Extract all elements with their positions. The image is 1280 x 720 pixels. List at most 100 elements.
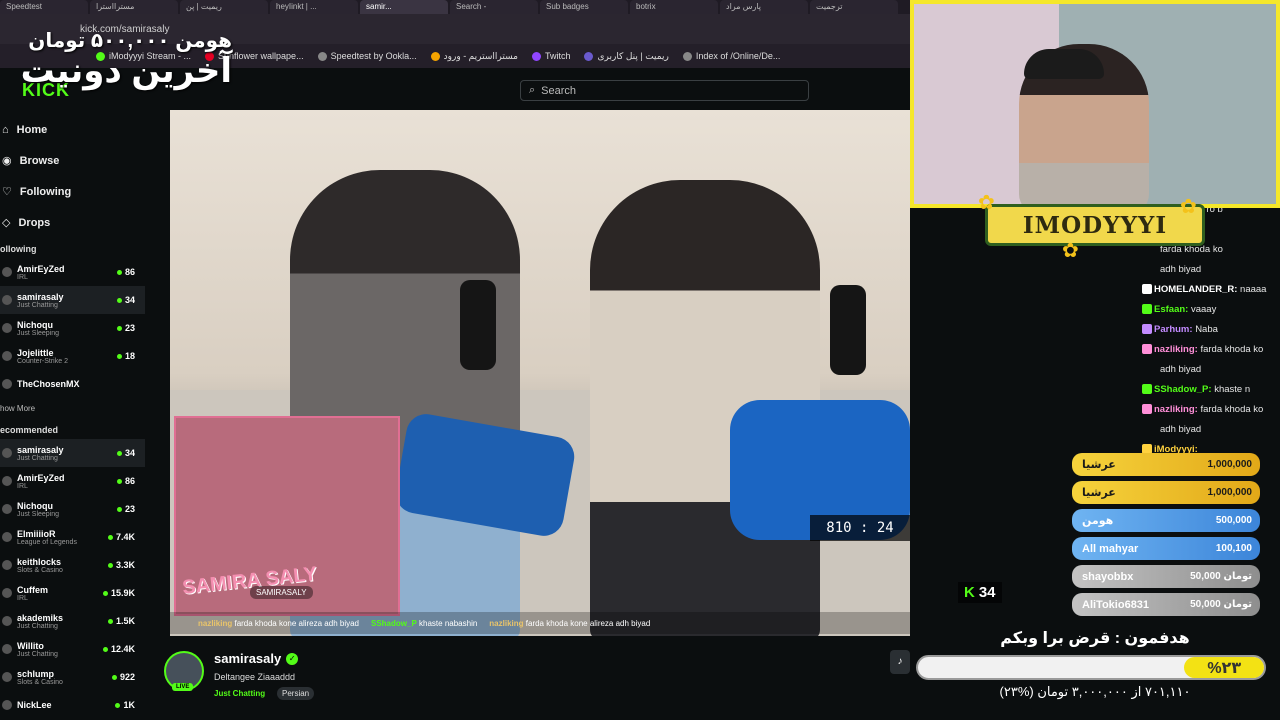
sidebar-channel[interactable]: Jojelittle Counter-Strike 2 18 bbox=[0, 342, 145, 370]
bookmark[interactable]: Index of /Online/De... bbox=[682, 51, 781, 61]
bookmark-label: Index of /Online/De... bbox=[695, 51, 781, 61]
sidebar-channel[interactable]: Cuffem IRL 15.9K bbox=[0, 579, 145, 607]
channel-avatar bbox=[2, 532, 12, 542]
goal-progress-bar: %۲۳ bbox=[916, 655, 1266, 680]
viewer-count: 34 bbox=[978, 584, 996, 601]
channel-info: akademiks Just Chatting bbox=[17, 613, 108, 630]
stream-tag[interactable]: Persian bbox=[277, 687, 315, 700]
leaderboard-row: هومن 500,000 bbox=[1072, 509, 1260, 532]
donation-amount: 1,000,000 bbox=[1207, 487, 1253, 498]
nav-home[interactable]: ⌂ Home bbox=[0, 114, 145, 145]
channel-info: schlump Slots & Casino bbox=[17, 669, 112, 686]
sidebar-channel[interactable]: NickLee 1K bbox=[0, 691, 145, 719]
sidebar-channel[interactable]: Nichoqu Just Sleeping 23 bbox=[0, 495, 145, 523]
sidebar-channel[interactable]: samirasaly Just Chatting 34 bbox=[0, 439, 145, 467]
channel-avatar bbox=[2, 351, 12, 361]
bell-icon: ♪ bbox=[897, 656, 903, 667]
channel-avatar bbox=[2, 379, 12, 389]
channel-category: Counter-Strike 2 bbox=[17, 357, 68, 365]
viewer-count: 1K bbox=[123, 700, 135, 710]
browser-tab[interactable]: botrix bbox=[630, 0, 718, 14]
chat-message: Parhum: Naba bbox=[1140, 320, 1280, 340]
sidebar-channel[interactable]: schlump Slots & Casino 922 bbox=[0, 663, 145, 691]
sidebar-channel[interactable]: ElmiiiioR League of Legends 7.4K bbox=[0, 523, 145, 551]
sidebar-channel[interactable]: AmirEyZed IRL 86 bbox=[0, 258, 145, 286]
video-player[interactable]: SAMIRA SALY SAMIRASALY 810 : 24 nazlikin… bbox=[170, 110, 910, 636]
channel-viewers: 23 bbox=[116, 323, 135, 333]
channel-category: Just Chatting bbox=[17, 622, 58, 630]
browser-tab[interactable]: Sub badges bbox=[540, 0, 628, 14]
chat-message: nazliking: farda khoda ko bbox=[1140, 400, 1280, 420]
stream-category[interactable]: Just Chatting bbox=[214, 689, 265, 698]
channel-viewers: 922 bbox=[111, 672, 135, 682]
globe-icon bbox=[682, 51, 692, 61]
streamer-name-text[interactable]: samirasaly bbox=[214, 651, 281, 666]
browser-tab-active[interactable]: samir... bbox=[360, 0, 448, 14]
channel-info: AmirEyZed IRL bbox=[17, 264, 117, 281]
ticker-user: SShadow_P bbox=[371, 618, 417, 628]
browser-tab[interactable]: ترجمیت bbox=[810, 0, 898, 14]
viewer-count: 34 bbox=[124, 295, 135, 305]
sidebar-channel[interactable]: Willito Just Chatting 12.4K bbox=[0, 635, 145, 663]
live-dot bbox=[116, 325, 122, 331]
bookmark[interactable]: Speedtest by Ookla... bbox=[317, 51, 417, 61]
sidebar-channel[interactable]: AmirEyZed IRL 86 bbox=[0, 467, 145, 495]
speedtest-icon bbox=[317, 51, 327, 61]
chat-ticker: nazliking farda khoda kone alireza adh b… bbox=[170, 612, 910, 634]
channel-category: IRL bbox=[17, 482, 28, 490]
search-input[interactable]: ⌕ Search bbox=[520, 80, 809, 101]
donor-name: shayobbx bbox=[1082, 570, 1134, 583]
home-icon: ⌂ bbox=[2, 123, 9, 136]
browser-tab[interactable]: Speedtest bbox=[0, 0, 88, 14]
nav-browse[interactable]: ◉ Browse bbox=[0, 145, 145, 176]
chat-username[interactable]: nazliking: bbox=[1154, 404, 1198, 415]
sidebar-channel[interactable]: TheChosenMX bbox=[0, 370, 145, 398]
live-dot bbox=[116, 269, 122, 275]
show-more-link[interactable]: how More bbox=[0, 398, 145, 419]
viewer-count: 34 bbox=[124, 448, 135, 458]
sidebar-channel[interactable]: akademiks Just Chatting 1.5K bbox=[0, 607, 145, 635]
microphone bbox=[830, 285, 866, 375]
chat-username[interactable]: HOMELANDER_R: bbox=[1154, 284, 1237, 295]
browser-tab[interactable]: ریمیت | پن bbox=[180, 0, 268, 14]
sidebar-channel[interactable]: samirasaly Just Chatting 34 bbox=[0, 286, 145, 314]
streamer-webcam bbox=[910, 0, 1280, 208]
browser-tab[interactable]: heyIinkt | ... bbox=[270, 0, 358, 14]
chat-username[interactable]: Esfaan: bbox=[1154, 304, 1188, 315]
chat-username[interactable]: nazliking: bbox=[1154, 344, 1198, 355]
viewer-count: 7.4K bbox=[115, 532, 135, 542]
chat-username[interactable]: Parhum: bbox=[1154, 324, 1193, 335]
bookmark[interactable]: ریمیت | پنل کاربری bbox=[584, 51, 669, 62]
browser-tab[interactable]: پارس مراد bbox=[720, 0, 808, 14]
nav-label: Drops bbox=[18, 216, 51, 229]
bookmark[interactable]: Twitch bbox=[531, 51, 570, 61]
browser-tab[interactable]: مسترااسترا bbox=[90, 0, 178, 14]
chat-username[interactable]: SShadow_P: bbox=[1154, 384, 1212, 395]
nav-drops[interactable]: ◇ Drops bbox=[0, 207, 145, 238]
live-dot bbox=[116, 506, 122, 512]
channel-category: IRL bbox=[17, 594, 28, 602]
bookmark[interactable]: مسترااستریم - ورود bbox=[430, 51, 518, 62]
channel-avatar bbox=[2, 560, 12, 570]
channel-viewers: 23 bbox=[116, 504, 135, 514]
sidebar-channel[interactable]: keithlocks Slots & Casino 3.3K bbox=[0, 551, 145, 579]
channel-info: Nichoqu Just Sleeping bbox=[17, 320, 117, 337]
nav-following[interactable]: ♡ Following bbox=[0, 176, 145, 207]
channel-name: Jojelittle bbox=[17, 347, 54, 358]
channel-name: AmirEyZed bbox=[17, 263, 65, 274]
sidebar-channel[interactable]: Nichoqu Just Sleeping 23 bbox=[0, 314, 145, 342]
chat-badge-icon bbox=[1142, 284, 1152, 295]
leaderboard-row: shayobbx 50,000 تومان bbox=[1072, 565, 1260, 588]
notification-bell-button[interactable]: ♪ bbox=[890, 650, 910, 674]
channel-name: Willito bbox=[17, 640, 44, 651]
channel-info: NickLee bbox=[17, 700, 115, 710]
kick-k-icon: K bbox=[964, 584, 975, 601]
microphone bbox=[460, 280, 496, 370]
browser-tab[interactable]: Search - bbox=[450, 0, 538, 14]
search-icon: ⌕ bbox=[529, 84, 536, 96]
channel-name: akademiks bbox=[17, 612, 64, 623]
donation-amount: 100,100 bbox=[1215, 543, 1252, 554]
leaderboard-row: عرشیا 1,000,000 bbox=[1072, 481, 1260, 504]
stream-title: Deltangee Ziaaaddd bbox=[214, 672, 296, 682]
streamer-name[interactable]: samirasaly ✓ bbox=[214, 651, 299, 666]
